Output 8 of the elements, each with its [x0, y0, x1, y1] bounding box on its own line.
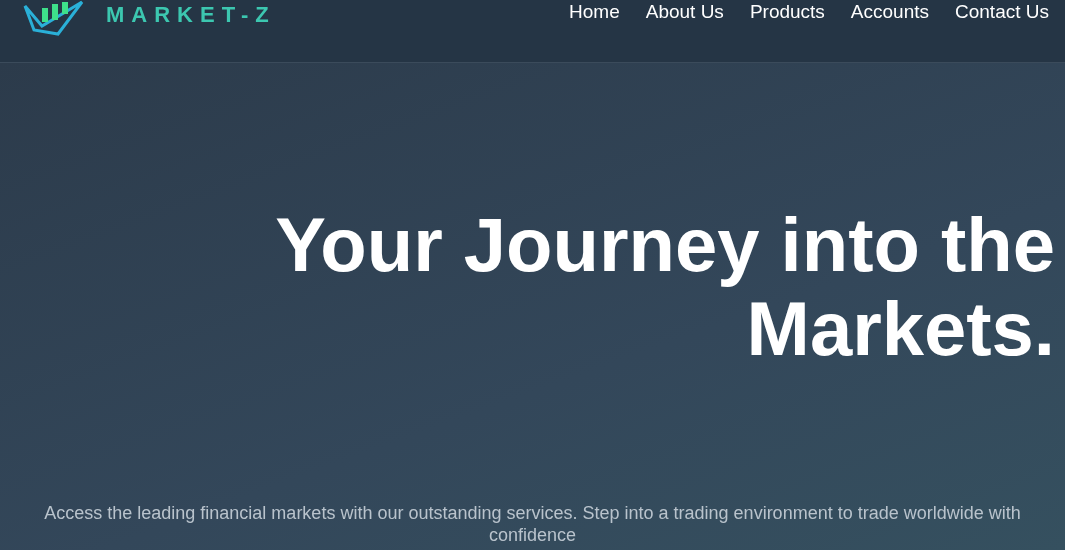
nav-link[interactable]: Contact Us	[955, 1, 1049, 23]
hero-headline: Your Journey into the Markets.	[274, 203, 1055, 371]
hero-description: Access the leading financial markets with our outstanding services. Step into a trading environment to trade worldwide with confidence	[43, 502, 1022, 546]
logo-text: MARKET-Z	[106, 2, 276, 28]
nav-link[interactable]: Products	[749, 1, 825, 23]
nav-link[interactable]: Home	[569, 1, 620, 23]
nav-link[interactable]: Accounts	[850, 1, 929, 23]
nav-link[interactable]: About Us	[645, 1, 724, 23]
